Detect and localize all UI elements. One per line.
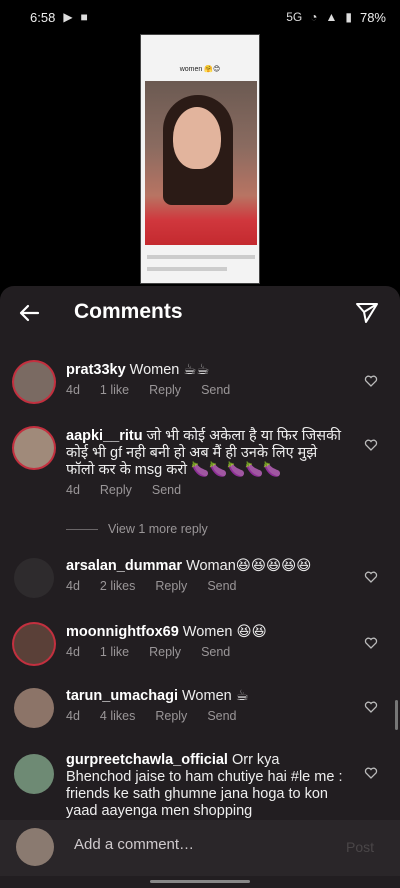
comment-likes[interactable]: 1 like — [100, 383, 129, 397]
comment-likes[interactable]: 4 likes — [100, 709, 135, 723]
comment-text: Women ☕☕ — [129, 362, 210, 378]
comment-username[interactable]: prat33ky — [66, 362, 126, 378]
video-preview-area: women 🤗😊 — [0, 34, 400, 286]
thumbnail-meta-line — [147, 255, 255, 259]
youtube-icon: ▶ — [63, 10, 73, 24]
battery-icon: ▮ — [345, 10, 352, 24]
comment-username[interactable]: tarun_umachagi — [66, 688, 178, 704]
thumbnail-face — [173, 107, 221, 169]
reel-video-frame — [145, 81, 257, 245]
heart-icon[interactable] — [364, 374, 378, 388]
avatar[interactable] — [14, 428, 54, 468]
reel-caption: women 🤗😊 — [179, 66, 221, 73]
add-comment-input[interactable] — [74, 836, 324, 853]
network-label: 5G — [286, 10, 303, 24]
comment-text: Women 😆😆 — [182, 624, 267, 640]
post-button[interactable]: Post — [340, 838, 380, 856]
reply-button[interactable]: Reply — [155, 579, 187, 593]
comments-header: Comments — [0, 286, 400, 342]
comment-likes[interactable]: 2 likes — [100, 579, 135, 593]
reply-button[interactable]: Reply — [100, 483, 132, 497]
avatar[interactable] — [14, 362, 54, 402]
comment-age: 4d — [66, 579, 80, 593]
comment-username[interactable]: aapki__ritu — [66, 428, 143, 444]
comment-username[interactable]: gurpreetchawla_official — [66, 752, 228, 768]
comment-age: 4d — [66, 483, 80, 497]
battery-level: 78% — [359, 9, 386, 25]
comment-age: 4d — [66, 645, 80, 659]
reel-thumbnail[interactable]: women 🤗😊 — [140, 34, 260, 284]
wifi-icon: ◔ — [310, 10, 318, 24]
heart-icon[interactable] — [364, 570, 378, 584]
reply-button[interactable]: Reply — [149, 383, 181, 397]
signal-icon: ▲ — [325, 10, 338, 24]
avatar[interactable] — [14, 754, 54, 794]
comment-username[interactable]: moonnightfox69 — [66, 624, 179, 640]
heart-icon[interactable] — [364, 438, 378, 452]
send-button[interactable]: Send — [201, 383, 230, 397]
avatar[interactable] — [14, 558, 54, 598]
view-more-replies[interactable]: View 1 more reply — [66, 522, 208, 536]
comment-composer: Post — [0, 820, 400, 876]
comment-text: Woman😆😆😆😆😆 — [186, 558, 312, 574]
status-time: 6:58 — [30, 9, 56, 25]
scrollbar[interactable] — [395, 700, 398, 730]
reply-button[interactable]: Reply — [149, 645, 181, 659]
reply-button[interactable]: Reply — [155, 709, 187, 723]
send-button[interactable]: Send — [207, 709, 236, 723]
my-avatar — [16, 828, 54, 866]
comment-likes[interactable]: 1 like — [100, 645, 129, 659]
send-button[interactable]: Send — [201, 645, 230, 659]
comment-username[interactable]: arsalan_dummar — [66, 558, 182, 574]
comment-age: 4d — [66, 383, 80, 397]
comment-text: Women ☕ — [182, 688, 249, 704]
media-icon: ■ — [80, 10, 88, 24]
avatar[interactable] — [14, 624, 54, 664]
back-arrow-icon[interactable] — [16, 300, 42, 326]
send-button[interactable]: Send — [207, 579, 236, 593]
send-icon[interactable] — [354, 300, 380, 326]
thumbnail-meta-line — [147, 267, 227, 271]
view-more-label: View 1 more reply — [108, 522, 208, 536]
heart-icon[interactable] — [364, 700, 378, 714]
home-indicator[interactable] — [150, 880, 250, 883]
heart-icon[interactable] — [364, 636, 378, 650]
comment-age: 4d — [66, 709, 80, 723]
send-button[interactable]: Send — [152, 483, 181, 497]
comments-title: Comments — [74, 300, 183, 323]
view-more-line — [66, 528, 98, 530]
comment-item: gurpreetchawla_official Orr kya Bhenchod … — [0, 752, 400, 820]
status-bar: 6:58 ▶ ■ 5G ◔ ▲ ▮ 78% — [0, 0, 400, 34]
avatar[interactable] — [14, 688, 54, 728]
heart-icon[interactable] — [364, 766, 378, 780]
